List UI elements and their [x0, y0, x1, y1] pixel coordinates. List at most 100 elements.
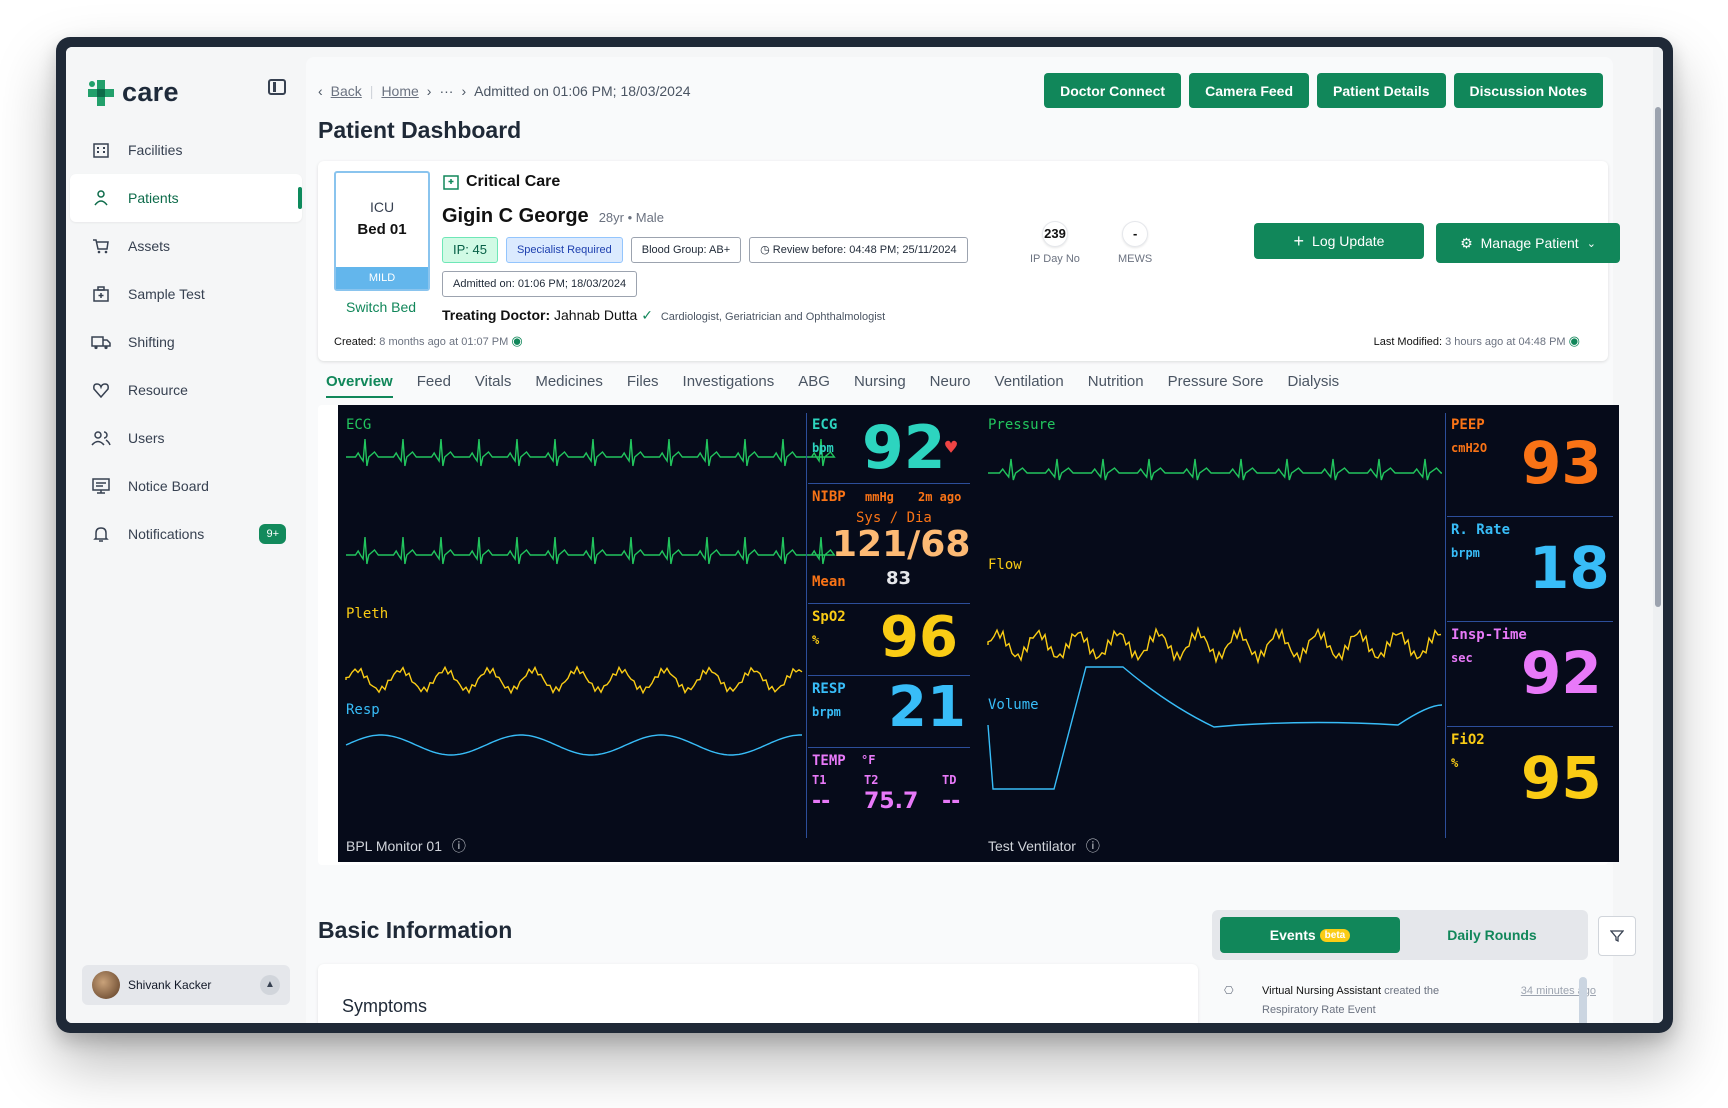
sidebar-item-assets[interactable]: Assets [70, 222, 302, 270]
monitor-screen: ECG Pleth Resp Pressure Flow Volume ECG … [338, 405, 1619, 862]
fio2-label: FiO2 [1451, 732, 1485, 748]
ip-day-stat: 239 IP Day No [1030, 221, 1080, 265]
tab-nursing[interactable]: Nursing [854, 373, 906, 398]
patient-details-button[interactable]: Patient Details [1317, 73, 1446, 108]
discussion-notes-button[interactable]: Discussion Notes [1453, 73, 1603, 108]
manage-patient-button[interactable]: ⚙ Manage Patient ⌄ [1436, 223, 1620, 263]
sidebar-item-facilities[interactable]: Facilities [70, 126, 302, 174]
ecg-waveform-2 [346, 536, 836, 565]
tab-nutrition[interactable]: Nutrition [1088, 373, 1144, 398]
logo[interactable]: care [86, 77, 179, 108]
ip-day-value: 239 [1041, 221, 1068, 247]
tab-medicines[interactable]: Medicines [535, 373, 603, 398]
board-icon [90, 475, 112, 497]
chevron-down-icon: ⌄ [1586, 237, 1596, 250]
users-icon [90, 427, 112, 449]
page-title: Patient Dashboard [318, 117, 522, 143]
sidebar-item-label: Resource [128, 382, 188, 398]
doctor-connect-button[interactable]: Doctor Connect [1044, 73, 1182, 108]
doctor-name: Jahnab Dutta [554, 307, 638, 323]
tab-abg[interactable]: ABG [798, 373, 830, 398]
temp-unit: °F [861, 753, 876, 767]
volume-waveform [987, 666, 1443, 790]
log-update-button[interactable]: + Log Update [1254, 223, 1424, 259]
nibp-value: 121/68 [832, 524, 971, 565]
event-subject: Respiratory Rate Event [1262, 1004, 1376, 1016]
sidebar-nav: Facilities Patients Assets Sample Test S… [70, 126, 302, 558]
rrate-value: 18 [1529, 534, 1610, 602]
left-monitor-name: BPL Monitor 01 [346, 838, 442, 854]
sidebar-item-notice-board[interactable]: Notice Board [70, 462, 302, 510]
volume-wave-label: Volume [988, 697, 1039, 713]
clock-icon: ◷ [760, 244, 773, 256]
sidebar-item-resource[interactable]: Resource [70, 366, 302, 414]
tab-dialysis[interactable]: Dialysis [1287, 373, 1339, 398]
sidebar: care Facilities Patients Assets Sample T… [66, 47, 302, 1023]
divider [1447, 516, 1613, 517]
pleth-waveform [345, 665, 803, 695]
pressure-wave-label: Pressure [988, 417, 1056, 433]
patient-icon [90, 187, 112, 209]
right-monitor-name: Test Ventilator [988, 838, 1076, 854]
tab-ventilation[interactable]: Ventilation [995, 373, 1064, 398]
sidebar-item-sample-test[interactable]: Sample Test [70, 270, 302, 318]
rrate-label: R. Rate [1451, 522, 1511, 538]
tab-feed[interactable]: Feed [417, 373, 451, 398]
mews-stat: - MEWS [1118, 221, 1152, 265]
tab-files[interactable]: Files [627, 373, 659, 398]
camera-feed-button[interactable]: Camera Feed [1189, 73, 1310, 108]
divider [1445, 413, 1446, 838]
bed-number: Bed 01 [357, 221, 407, 238]
created-label: Created: [334, 336, 377, 348]
tab-pressure-sore[interactable]: Pressure Sore [1168, 373, 1264, 398]
tab-daily-rounds[interactable]: Daily Rounds [1402, 917, 1582, 953]
sidebar-item-label: Notifications [128, 526, 205, 542]
patient-age-sex: 28yr • Male [598, 210, 664, 225]
tab-events[interactable]: Events beta [1220, 917, 1400, 953]
hospital-icon [443, 175, 459, 190]
spo2-value: 96 [880, 605, 958, 670]
breadcrumb-back[interactable]: Back [331, 83, 362, 99]
tab-vitals[interactable]: Vitals [475, 373, 511, 398]
peep-value: 93 [1521, 429, 1602, 497]
sidebar-item-label: Users [128, 430, 165, 446]
sidebar-item-shifting[interactable]: Shifting [70, 318, 302, 366]
page-scrollbar[interactable] [1653, 47, 1663, 1023]
breadcrumb-home[interactable]: Home [381, 83, 418, 99]
notification-count-badge: 9+ [259, 524, 286, 544]
blood-group-badge: Blood Group: AB+ [630, 237, 742, 263]
rrate-unit: brpm [1451, 546, 1480, 560]
heart-shield-icon [90, 379, 112, 401]
sidebar-collapse-icon[interactable] [268, 79, 286, 95]
user-circle-icon: ◉ [1568, 333, 1580, 348]
info-icon[interactable]: ⓘ [452, 838, 466, 854]
chevron-left-icon: ‹ [318, 83, 323, 99]
info-icon[interactable]: ⓘ [1086, 838, 1100, 854]
pleth-wave-label: Pleth [346, 606, 389, 622]
fio2-value: 95 [1521, 744, 1602, 812]
screen: care Facilities Patients Assets Sample T… [66, 47, 1663, 1023]
tab-investigations[interactable]: Investigations [683, 373, 775, 398]
filter-button[interactable] [1598, 916, 1636, 956]
insp-time-label: Insp-Time [1451, 627, 1527, 643]
flow-waveform [987, 625, 1442, 665]
logo-text: care [122, 77, 179, 107]
tab-overview[interactable]: Overview [326, 373, 393, 398]
resp-value: 21 [888, 675, 966, 740]
peep-unit: cmH2O [1451, 441, 1488, 455]
sidebar-item-users[interactable]: Users [70, 414, 302, 462]
breadcrumb-ellipsis[interactable]: ··· [439, 83, 453, 99]
ecg-waveform-1 [346, 438, 836, 467]
scrollbar-thumb[interactable] [1655, 107, 1661, 607]
log-update-label: Log Update [1312, 233, 1385, 249]
user-menu[interactable]: Shivank Kacker ▲ [82, 965, 290, 1005]
sidebar-item-patients[interactable]: Patients [70, 174, 302, 222]
sidebar-item-label: Sample Test [128, 286, 205, 302]
switch-bed-link[interactable]: Switch Bed [346, 299, 416, 315]
temp-t1-label: T1 [812, 773, 827, 787]
tab-neuro[interactable]: Neuro [930, 373, 971, 398]
sidebar-item-notifications[interactable]: Notifications 9+ [70, 510, 302, 558]
sidebar-item-label: Facilities [128, 142, 183, 158]
bell-icon [90, 523, 112, 545]
events-scrollbar[interactable] [1579, 977, 1587, 1023]
